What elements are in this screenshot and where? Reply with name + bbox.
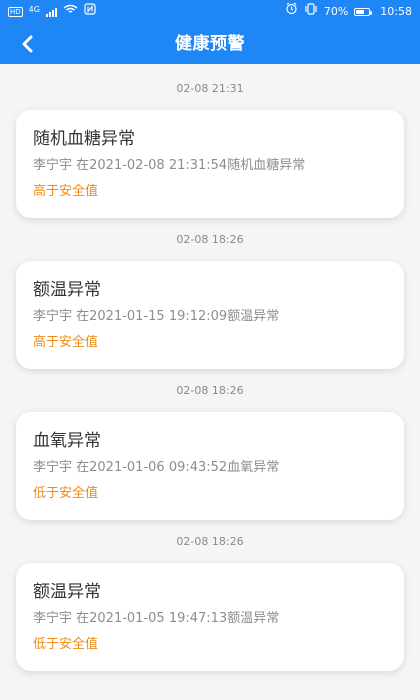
- vibrate-icon: [304, 0, 318, 24]
- page-title: 健康预警: [175, 34, 245, 54]
- battery-percent: 70%: [323, 5, 349, 18]
- status-right-icons: 70% 10:58: [285, 0, 412, 24]
- network-type-label: 4G: [28, 4, 40, 14]
- alarm-icon: [285, 0, 298, 24]
- hd-badge: HD: [8, 7, 23, 17]
- alert-level: 高于安全值: [33, 184, 99, 199]
- alert-level: 低于安全值: [33, 637, 99, 652]
- alert-group: 02-08 18:26 额温异常 李宁宇 在2021-01-15 19:12:0…: [0, 233, 420, 369]
- alert-title: 额温异常: [33, 582, 101, 602]
- alert-detail: 李宁宇 在2021-01-06 09:43:52血氧异常: [33, 460, 280, 475]
- alert-timestamp: 02-08 18:26: [176, 233, 244, 246]
- alert-card[interactable]: 血氧异常 李宁宇 在2021-01-06 09:43:52血氧异常 低于安全值: [16, 412, 404, 520]
- status-left-icons: HD 4G: [8, 0, 96, 24]
- nfc-icon: [84, 0, 96, 24]
- alert-level: 高于安全值: [33, 335, 99, 350]
- battery-icon: [354, 7, 374, 17]
- status-bar: HD 4G 70% 10:58: [0, 0, 420, 24]
- alert-timestamp: 02-08 21:31: [176, 82, 244, 95]
- alert-detail: 李宁宇 在2021-02-08 21:31:54随机血糖异常: [33, 158, 306, 173]
- alert-timestamp: 02-08 18:26: [176, 535, 244, 548]
- alert-timestamp: 02-08 18:26: [176, 384, 244, 397]
- alert-card[interactable]: 随机血糖异常 李宁宇 在2021-02-08 21:31:54随机血糖异常 高于…: [16, 110, 404, 218]
- alert-list: 02-08 21:31 随机血糖异常 李宁宇 在2021-02-08 21:31…: [0, 64, 420, 700]
- nav-bar: 健康预警: [0, 24, 420, 64]
- alert-title: 血氧异常: [33, 431, 101, 451]
- alert-detail: 李宁宇 在2021-01-15 19:12:09额温异常: [33, 309, 280, 324]
- wifi-icon: [63, 0, 78, 24]
- alert-group: 02-08 18:26 血氧异常 李宁宇 在2021-01-06 09:43:5…: [0, 384, 420, 520]
- alert-level: 低于安全值: [33, 486, 99, 501]
- alert-title: 随机血糖异常: [33, 129, 135, 149]
- status-time: 10:58: [380, 5, 412, 18]
- alert-card[interactable]: 额温异常 李宁宇 在2021-01-15 19:12:09额温异常 高于安全值: [16, 261, 404, 369]
- app-header: HD 4G 70% 10:58 健康预警: [0, 0, 420, 64]
- alert-card[interactable]: 额温异常 李宁宇 在2021-01-05 19:47:13额温异常 低于安全值: [16, 563, 404, 671]
- signal-icon: [45, 7, 57, 17]
- alert-title: 额温异常: [33, 280, 101, 300]
- alert-group: 02-08 18:26 额温异常 李宁宇 在2021-01-05 19:47:1…: [0, 535, 420, 671]
- alert-group: 02-08 21:31 随机血糖异常 李宁宇 在2021-02-08 21:31…: [0, 82, 420, 218]
- alert-detail: 李宁宇 在2021-01-05 19:47:13额温异常: [33, 611, 280, 626]
